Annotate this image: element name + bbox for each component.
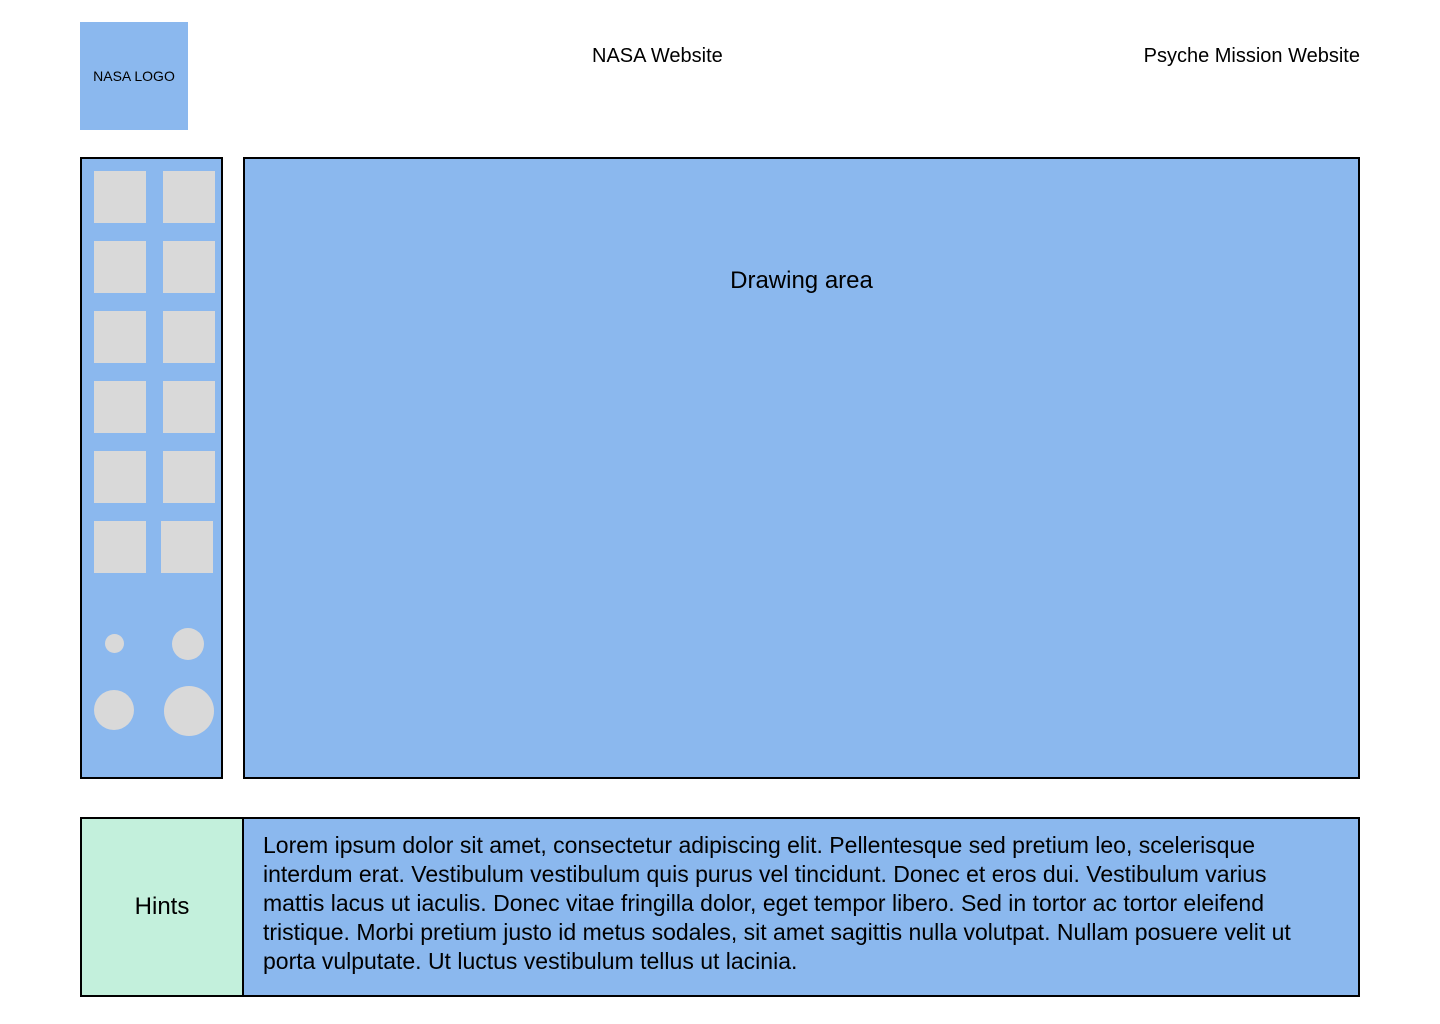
- brush-size-large[interactable]: [164, 686, 214, 736]
- drawing-area[interactable]: Drawing area: [243, 157, 1360, 779]
- tool-button-12[interactable]: [161, 521, 213, 573]
- tool-button-11[interactable]: [94, 521, 146, 573]
- hints-label: Hints: [82, 819, 244, 995]
- tool-button-4[interactable]: [163, 241, 215, 293]
- drawing-area-label: Drawing area: [730, 267, 873, 294]
- brush-size-small[interactable]: [172, 628, 204, 660]
- tool-button-8[interactable]: [163, 381, 215, 433]
- nasa-logo[interactable]: NASA LOGO: [80, 22, 188, 130]
- psyche-mission-website-link[interactable]: Psyche Mission Website: [1144, 44, 1360, 68]
- hints-text: Lorem ipsum dolor sit amet, consectetur …: [263, 832, 1291, 974]
- tool-button-3[interactable]: [94, 241, 146, 293]
- tool-button-7[interactable]: [94, 381, 146, 433]
- tool-button-6[interactable]: [163, 311, 215, 363]
- tool-palette: [80, 157, 223, 779]
- brush-size-medium[interactable]: [94, 690, 134, 730]
- tool-button-1[interactable]: [94, 171, 146, 223]
- tool-button-5[interactable]: [94, 311, 146, 363]
- tool-button-10[interactable]: [163, 451, 215, 503]
- brush-size-extra-small[interactable]: [105, 634, 124, 653]
- tool-button-9[interactable]: [94, 451, 146, 503]
- tool-button-2[interactable]: [163, 171, 215, 223]
- nasa-website-link[interactable]: NASA Website: [592, 44, 723, 68]
- hints-panel: Hints Lorem ipsum dolor sit amet, consec…: [80, 817, 1360, 997]
